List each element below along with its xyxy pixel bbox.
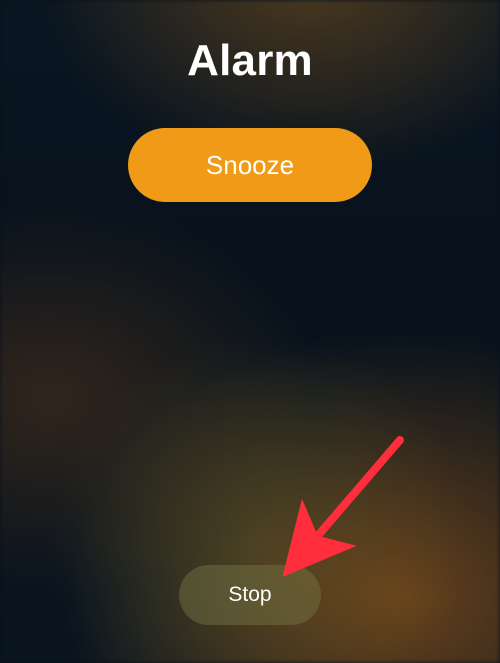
alarm-title: Alarm	[0, 36, 500, 86]
stop-button[interactable]: Stop	[179, 565, 321, 625]
alarm-screen: Alarm Snooze Stop	[0, 0, 500, 663]
alarm-content: Alarm Snooze Stop	[0, 0, 500, 663]
snooze-button[interactable]: Snooze	[128, 128, 372, 202]
